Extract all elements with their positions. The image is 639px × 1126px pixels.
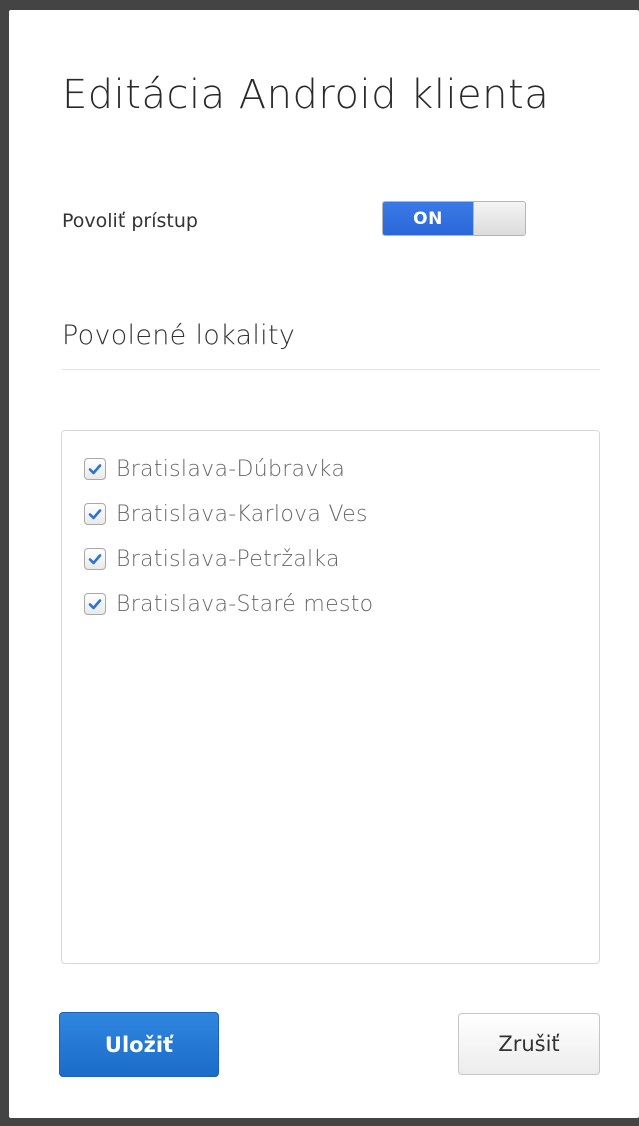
- location-item-dubravka[interactable]: Bratislava-Dúbravka: [84, 453, 345, 485]
- section-divider: [62, 369, 600, 370]
- window-frame: Editácia Android klienta Povoliť prístup…: [0, 0, 639, 1126]
- check-icon: [88, 599, 102, 610]
- allowed-locations-title: Povolené lokality: [62, 320, 296, 351]
- allow-access-label: Povoliť prístup: [62, 210, 198, 232]
- dialog-title: Editácia Android klienta: [62, 72, 550, 118]
- location-item-petrzalka[interactable]: Bratislava-Petržalka: [84, 543, 340, 575]
- toggle-on-label: ON: [383, 202, 473, 235]
- location-label: Bratislava-Staré mesto: [116, 591, 374, 617]
- location-checkbox[interactable]: [84, 548, 106, 570]
- allow-access-toggle[interactable]: ON: [382, 201, 526, 236]
- toggle-knob[interactable]: [473, 202, 525, 235]
- edit-client-dialog: Editácia Android klienta Povoliť prístup…: [9, 10, 639, 1118]
- location-label: Bratislava-Dúbravka: [116, 456, 346, 482]
- location-checkbox[interactable]: [84, 458, 106, 480]
- cancel-button[interactable]: Zrušiť: [458, 1013, 600, 1075]
- check-icon: [88, 509, 102, 520]
- location-item-stare-mesto[interactable]: Bratislava-Staré mesto: [84, 588, 373, 620]
- location-checkbox[interactable]: [84, 593, 106, 615]
- check-icon: [88, 554, 102, 565]
- location-checkbox[interactable]: [84, 503, 106, 525]
- location-item-karlova-ves[interactable]: Bratislava-Karlova Ves: [84, 498, 368, 530]
- check-icon: [88, 464, 102, 475]
- location-label: Bratislava-Petržalka: [116, 546, 340, 572]
- location-label: Bratislava-Karlova Ves: [116, 501, 368, 527]
- locations-list[interactable]: Bratislava-Dúbravka Bratislava-Karlova V…: [61, 430, 600, 964]
- save-button[interactable]: Uložiť: [59, 1012, 219, 1077]
